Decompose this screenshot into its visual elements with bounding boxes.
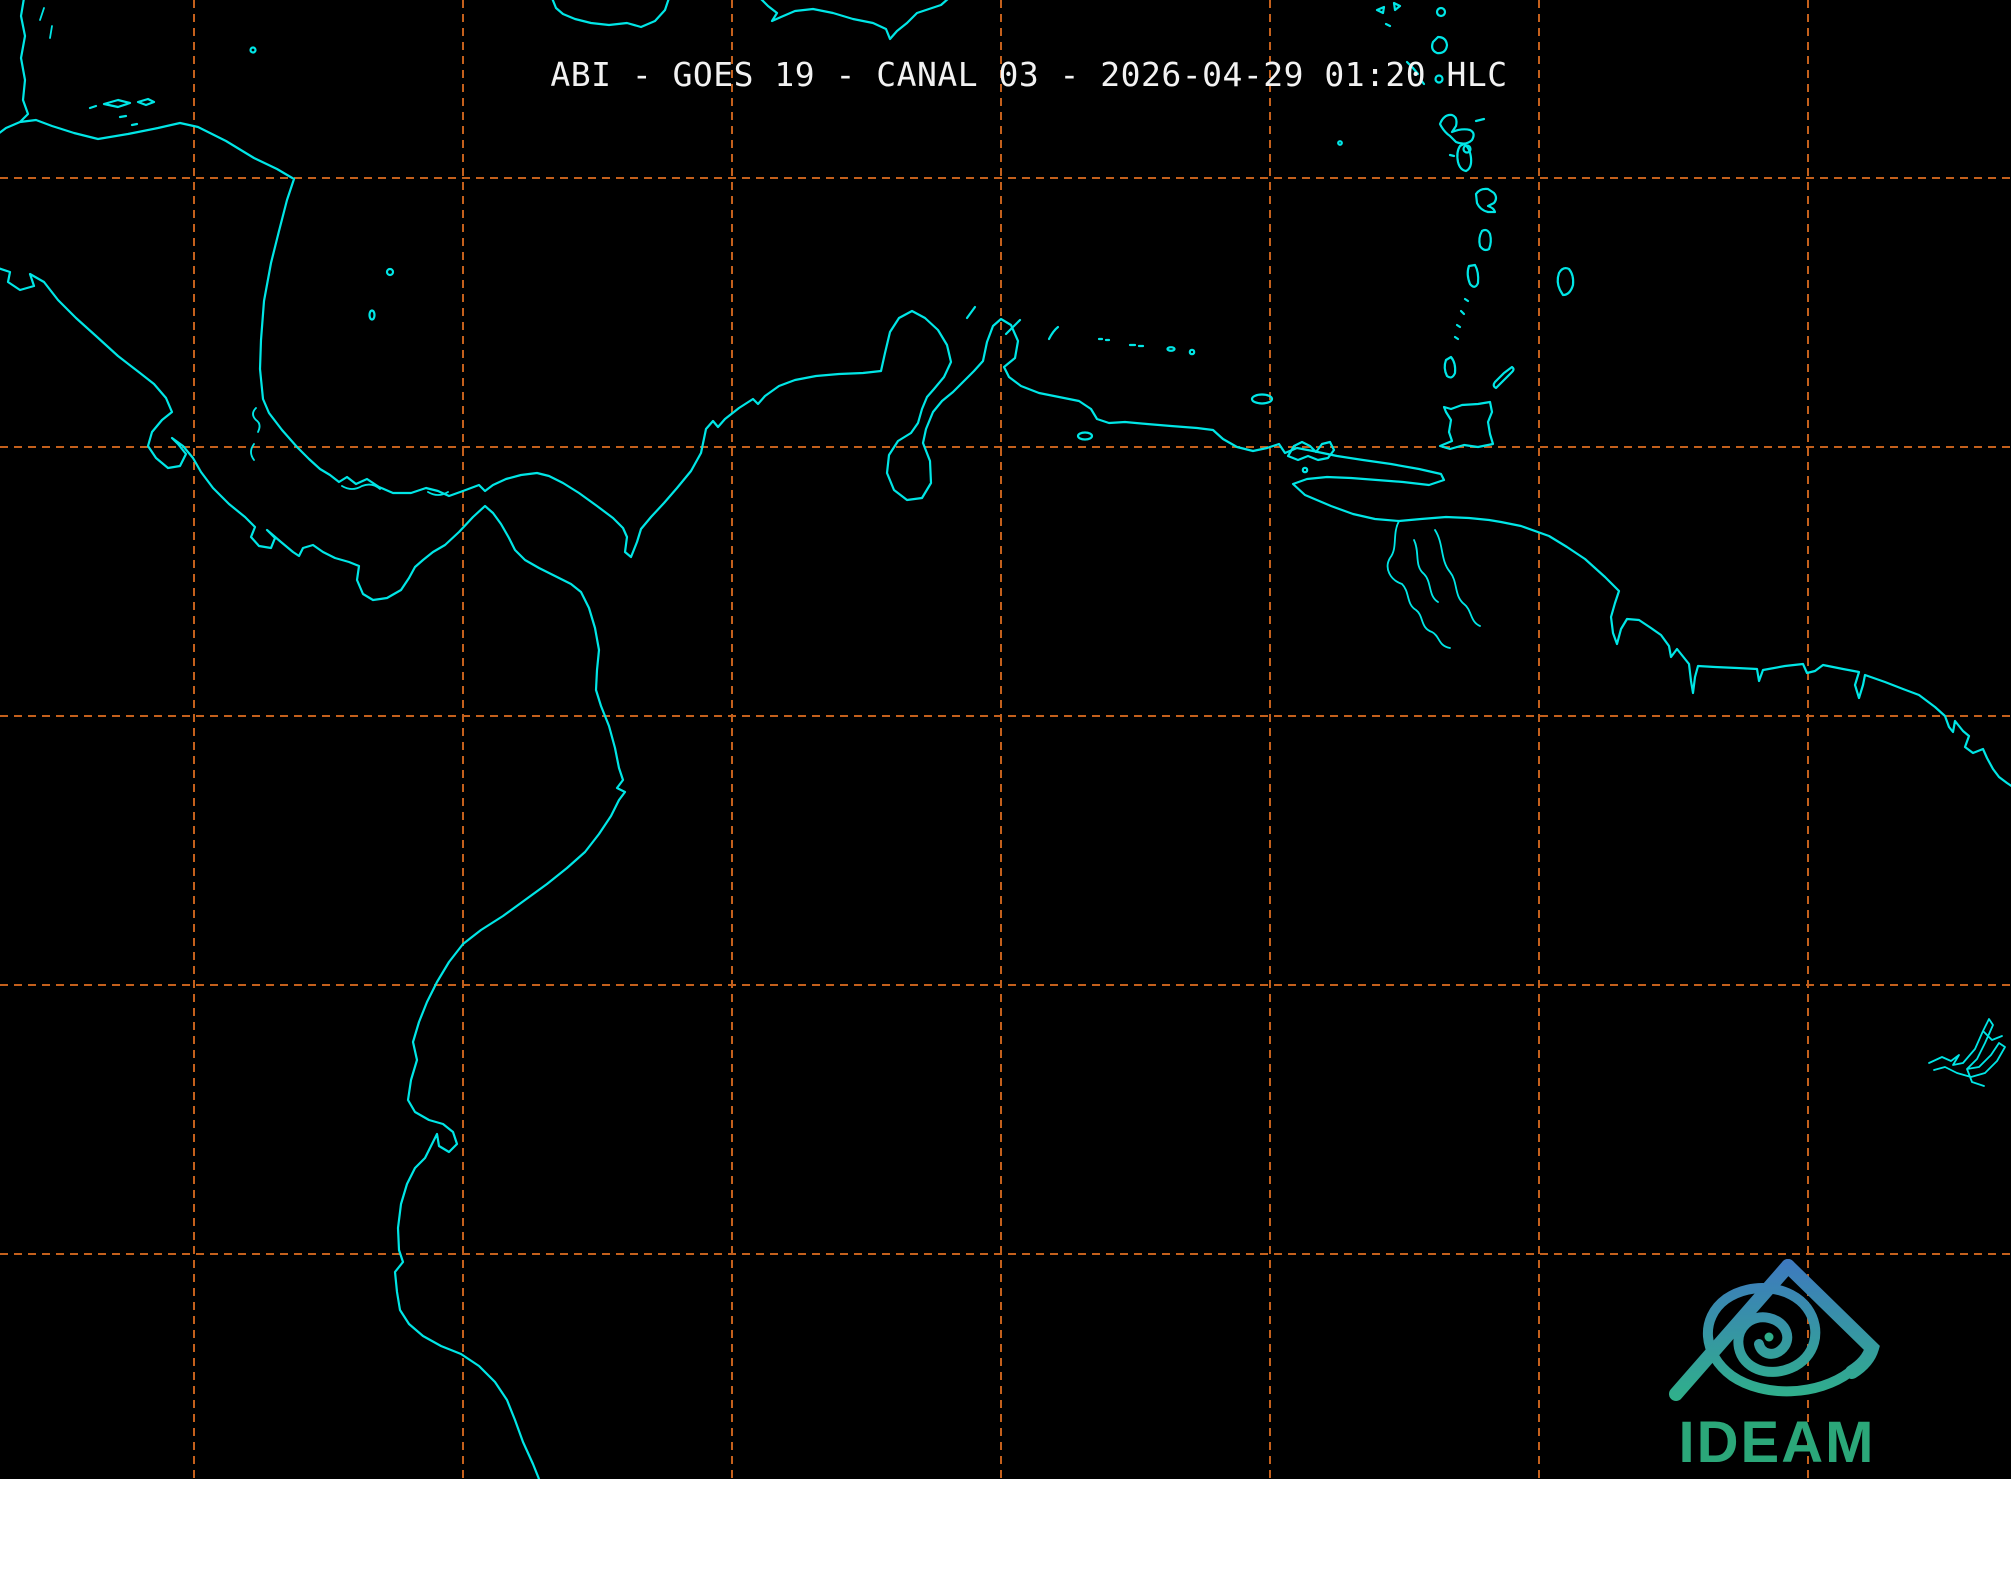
island-barbados <box>1558 268 1573 295</box>
image-title: ABI - GOES 19 - CANAL 03 - 2026-04-29 01… <box>550 58 1507 92</box>
island-st-lucia <box>1479 230 1490 250</box>
island-hispaniola <box>760 0 949 39</box>
coastlines-layer <box>0 0 2011 1479</box>
island-guadeloupe <box>1440 115 1484 156</box>
amazon-river <box>1929 1019 2005 1086</box>
coastline-belize-honduras-caribbean-to-guianas <box>0 0 2011 787</box>
nicaragua-lagoons <box>251 408 448 495</box>
island-san-andres <box>370 311 375 320</box>
island-tobago <box>1494 367 1514 388</box>
map-area: IDEAM ABI - GOES 19 - CANAL 03 - 2026-04… <box>0 0 2011 1479</box>
island-coche <box>1303 468 1307 472</box>
ideam-logo-text: IDEAM <box>1679 1410 1876 1475</box>
islands-las-aves <box>1099 339 1109 340</box>
island-aruba <box>967 307 975 318</box>
island-grenada <box>1445 357 1455 377</box>
orinoco-delta-channels <box>1388 521 1480 648</box>
coastline-pacific-central-south-america <box>0 268 625 1479</box>
island-st-vincent <box>1468 265 1478 287</box>
islands-st-martin-group <box>1377 3 1400 26</box>
island-martinique <box>1476 189 1496 212</box>
island-antigua <box>1432 37 1447 53</box>
belize-reef-cays <box>40 8 52 38</box>
island-bay-islands <box>90 99 154 125</box>
graticule-grid <box>0 0 2011 1479</box>
island-orchila <box>1168 347 1175 351</box>
ideam-logo: IDEAM <box>1676 1266 1875 1475</box>
islands-grenadines <box>1455 299 1468 339</box>
island-barbuda <box>1437 8 1445 16</box>
map-canvas: IDEAM <box>0 0 2011 1479</box>
island-trinidad <box>1440 402 1493 449</box>
lake-valencia <box>1078 433 1092 440</box>
island-providencia <box>387 269 393 275</box>
colorbar-panel: Reflectancia 0.00.20.40.60.81.0 <box>0 1479 2011 1577</box>
islands-los-roques <box>1130 345 1143 346</box>
ideam-spiral-eye-icon <box>1765 1333 1774 1342</box>
island-jamaica <box>552 0 669 27</box>
satellite-image-viewport: IDEAM ABI - GOES 19 - CANAL 03 - 2026-04… <box>0 0 2011 1577</box>
island-aves <box>1338 141 1342 145</box>
island-blanquilla <box>1190 350 1194 354</box>
island-swan <box>251 48 256 53</box>
island-bonaire <box>1049 327 1058 339</box>
